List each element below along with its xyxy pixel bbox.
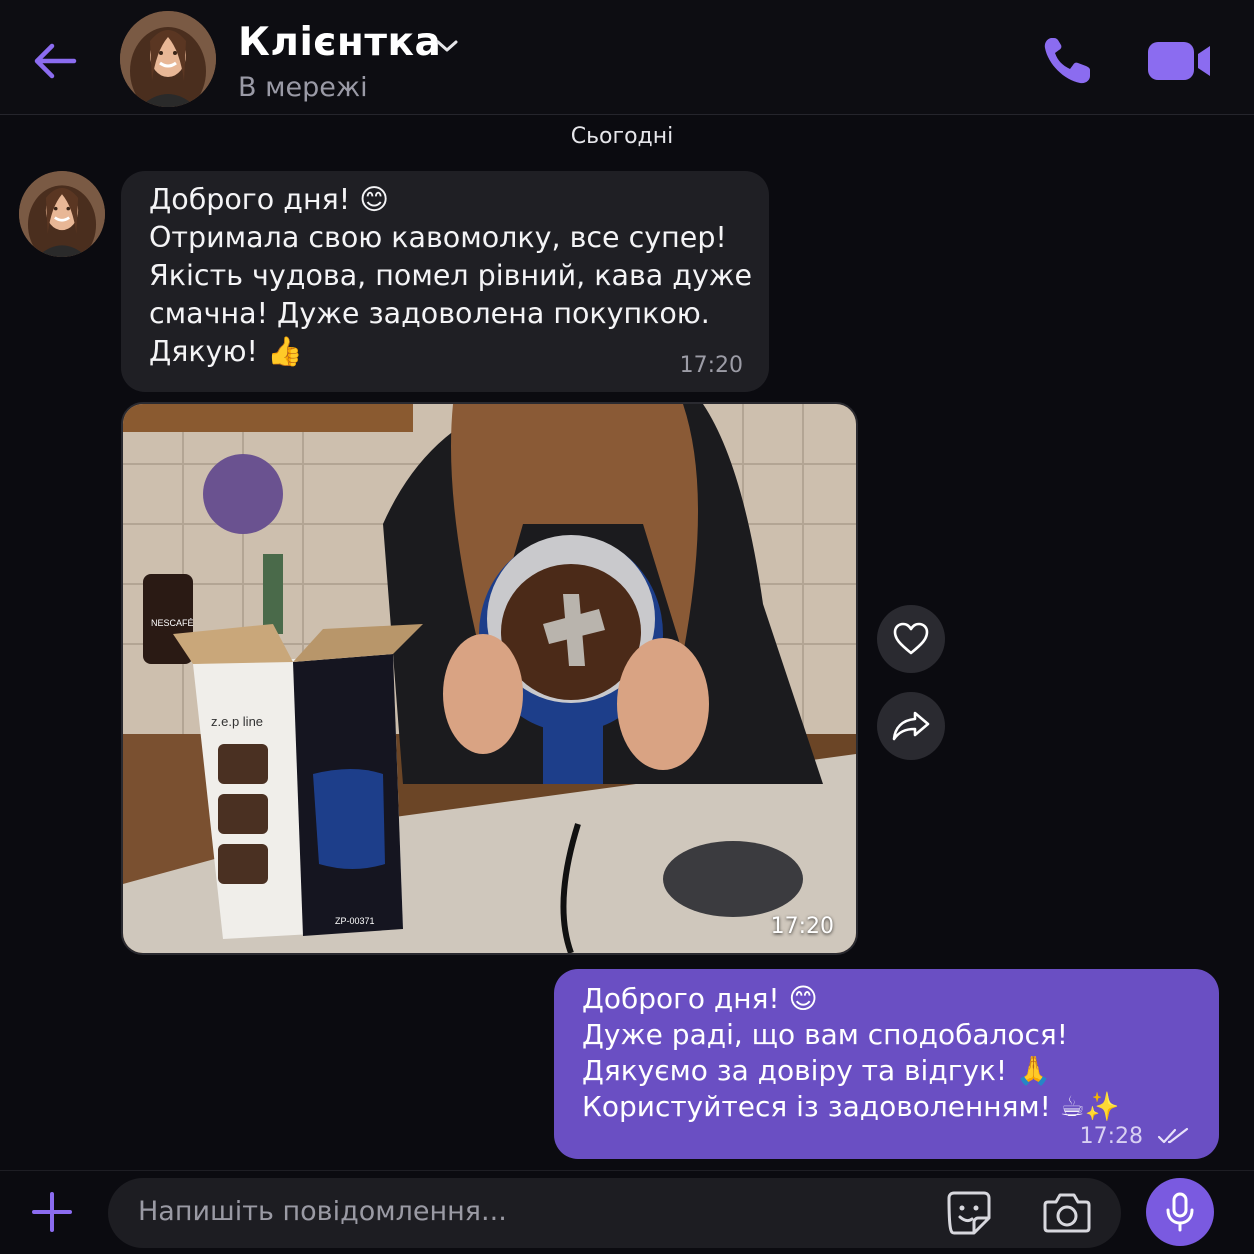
heart-icon: [893, 622, 929, 655]
message-timestamp: 17:20: [770, 914, 834, 939]
date-separator: Сьогодні: [570, 124, 674, 149]
sender-avatar[interactable]: [19, 171, 105, 257]
camera-icon: [1043, 1193, 1091, 1233]
double-check-icon: [1157, 1127, 1189, 1144]
camera-button[interactable]: [1042, 1190, 1092, 1236]
chat-header: Клієнтка В мережі: [0, 0, 1254, 115]
message-line: Якість чудова, помел рівний, кава дуже: [149, 259, 753, 292]
sticker-icon: [947, 1191, 991, 1235]
contact-status: В мережі: [238, 72, 368, 103]
arrow-left-icon: [34, 43, 77, 79]
share-arrow-icon: [892, 711, 930, 741]
incoming-message-bubble[interactable]: Доброго дня! 😊 Отримала свою кавомолку, …: [121, 171, 769, 392]
plus-icon: [32, 1192, 72, 1232]
message-input-placeholder: Напишіть повідомлення...: [138, 1196, 507, 1227]
voice-message-button[interactable]: [1146, 1178, 1214, 1246]
message-timestamp: 17:28: [1079, 1124, 1143, 1149]
message-line: Дуже раді, що вам сподобалося!: [582, 1018, 1068, 1051]
outgoing-message-bubble[interactable]: Доброго дня! 😊 Дуже раді, що вам сподоба…: [554, 969, 1219, 1159]
incoming-message-text: Доброго дня! 😊 Отримала свою кавомолку, …: [149, 181, 752, 371]
share-button[interactable]: [877, 692, 945, 760]
contact-name[interactable]: Клієнтка: [238, 20, 441, 65]
back-button[interactable]: [30, 36, 80, 86]
box-brand: z.e.p line: [211, 714, 263, 729]
message-line: Дякуємо за довіру та відгук! 🙏: [582, 1054, 1051, 1087]
contact-avatar[interactable]: [120, 11, 216, 107]
message-line: Користуйтеся із задоволенням! ☕✨: [582, 1090, 1120, 1123]
phone-icon: [1044, 38, 1090, 84]
microphone-icon: [1166, 1192, 1194, 1232]
coffee-grinder-photo: NESCAFÉ z.e.p line ZP-00371: [123, 404, 856, 953]
like-button[interactable]: [877, 605, 945, 673]
outgoing-message-text: Доброго дня! 😊 Дуже раді, що вам сподоба…: [582, 981, 1120, 1125]
chevron-down-icon[interactable]: [434, 36, 460, 56]
video-camera-icon: [1148, 42, 1210, 80]
jar-label: NESCAFÉ: [151, 618, 194, 628]
call-button[interactable]: [1040, 34, 1094, 88]
message-line: Дякую! 👍: [149, 335, 303, 368]
box-model: ZP-00371: [335, 916, 375, 926]
message-line: Доброго дня! 😊: [149, 183, 389, 216]
message-line: смачна! Дуже задоволена покупкою.: [149, 297, 710, 330]
message-line: Отримала свою кавомолку, все супер!: [149, 221, 727, 254]
photo-message[interactable]: NESCAFÉ z.e.p line ZP-00371 17:20: [121, 402, 858, 955]
sticker-button[interactable]: [946, 1190, 992, 1236]
message-line: Доброго дня! 😊: [582, 982, 818, 1015]
add-attachment-button[interactable]: [30, 1190, 74, 1234]
message-timestamp: 17:20: [679, 353, 743, 378]
video-call-button[interactable]: [1146, 38, 1214, 84]
